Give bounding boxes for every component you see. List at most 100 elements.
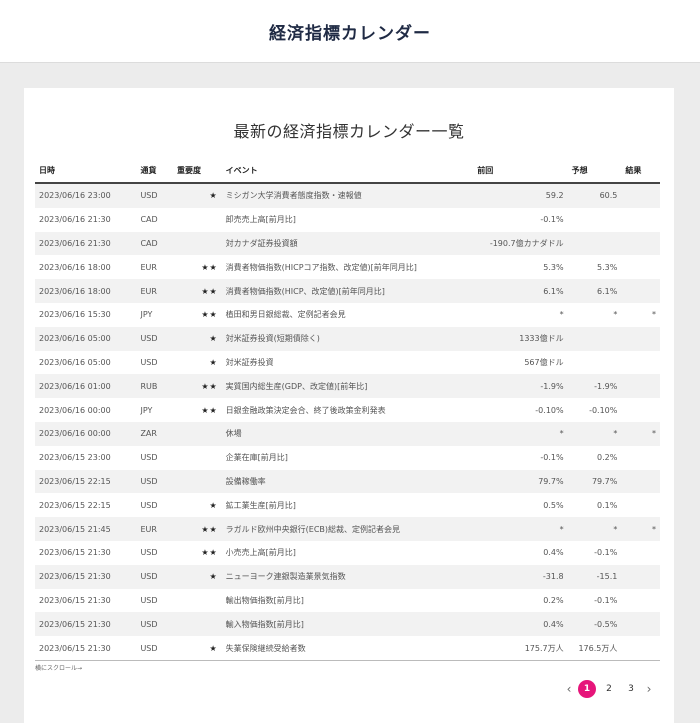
cell-currency: USD xyxy=(136,612,173,637)
col-header-datetime: 日時 xyxy=(35,158,137,184)
cell-importance: ★★ xyxy=(172,279,222,303)
table-row: 2023/06/16 23:00 USD ★ ミシガン大学消費者態度指数・速報値 59.… xyxy=(35,183,660,208)
cell-datetime: 2023/06/16 05:00 xyxy=(35,326,137,351)
cell-forecast: * xyxy=(567,302,622,327)
col-header-result: 結果 xyxy=(621,158,660,184)
cell-importance: ★ xyxy=(172,183,222,208)
cell-event: 失業保険継続受給者数 xyxy=(221,636,474,661)
cell-forecast: 60.5 xyxy=(567,183,622,208)
cell-currency: EUR xyxy=(136,279,173,303)
page-title: 最新の経済指標カレンダー一覧 xyxy=(233,122,465,141)
cell-previous: 175.7万人 xyxy=(473,636,568,661)
cell-previous: -1.9% xyxy=(473,374,568,399)
cell-forecast: 79.7% xyxy=(567,469,622,494)
page-1-button[interactable]: 1 xyxy=(578,680,596,698)
cell-datetime: 2023/06/16 15:30 xyxy=(35,302,137,327)
cell-importance xyxy=(172,445,222,470)
table-row: 2023/06/16 00:00 JPY ★★ 日銀金融政策決定会合、終了後政策金利発… xyxy=(35,398,660,422)
cell-currency: EUR xyxy=(136,517,173,541)
table-row: 2023/06/15 21:30 USD 輸出物価指数[前月比] 0.2% -0.1% xyxy=(35,588,660,613)
cell-result xyxy=(621,255,660,280)
cell-previous: * xyxy=(473,421,568,446)
cell-forecast: -0.10% xyxy=(567,398,622,422)
page-2-button[interactable]: 2 xyxy=(600,680,618,698)
cell-previous: -0.1% xyxy=(473,207,568,232)
cell-datetime: 2023/06/15 23:00 xyxy=(35,445,137,470)
cell-previous: 567億ドル xyxy=(473,350,568,375)
cell-datetime: 2023/06/15 21:30 xyxy=(35,564,137,589)
cell-previous: 79.7% xyxy=(473,469,568,494)
cell-forecast: -0.5% xyxy=(567,612,622,637)
cell-previous: 6.1% xyxy=(473,279,568,303)
cell-forecast xyxy=(567,326,622,351)
cell-datetime: 2023/06/16 21:30 xyxy=(35,207,137,232)
chevron-right-icon[interactable]: › xyxy=(642,680,656,698)
site-header: 経済指標カレンダー xyxy=(0,0,700,63)
cell-datetime: 2023/06/16 18:00 xyxy=(35,279,137,303)
cell-currency: USD xyxy=(136,469,173,494)
cell-currency: CAD xyxy=(136,231,173,256)
cell-result xyxy=(621,350,660,375)
cell-currency: USD xyxy=(136,445,173,470)
page-3-button[interactable]: 3 xyxy=(622,680,640,698)
cell-event: 消費者物価指数(HICP、改定値)[前年同月比] xyxy=(221,279,474,303)
cell-result xyxy=(621,231,660,256)
cell-result: * xyxy=(621,517,660,541)
cell-event: 日銀金融政策決定会合、終了後政策金利発表 xyxy=(221,398,474,422)
table-header-row: 日時 通貨 重要度 イベント 前回 予想 結果 xyxy=(35,158,660,184)
cell-event: 企業在庫[前月比] xyxy=(221,445,474,470)
calendar-table-container[interactable]: 日時 通貨 重要度 イベント 前回 予想 結果 2023/06/16 23:00… xyxy=(35,158,660,661)
cell-forecast: -0.1% xyxy=(567,588,622,613)
cell-previous: -31.8 xyxy=(473,564,568,589)
table-row: 2023/06/16 18:00 EUR ★★ 消費者物価指数(HICPコア指数、改定… xyxy=(35,255,660,280)
cell-importance: ★ xyxy=(172,636,222,661)
cell-forecast: -1.9% xyxy=(567,374,622,399)
cell-currency: USD xyxy=(136,183,173,208)
cell-event: 設備稼働率 xyxy=(221,469,474,494)
cell-datetime: 2023/06/16 05:00 xyxy=(35,350,137,375)
cell-currency: JPY xyxy=(136,302,173,327)
cell-currency: JPY xyxy=(136,398,173,422)
table-row: 2023/06/15 21:30 USD ★ 失業保険継続受給者数 175.7万人 176… xyxy=(35,636,660,661)
cell-forecast: 5.3% xyxy=(567,255,622,280)
cell-importance: ★★ xyxy=(172,255,222,280)
chevron-left-icon[interactable]: ‹ xyxy=(562,680,576,698)
cell-importance xyxy=(172,231,222,256)
cell-result xyxy=(621,564,660,589)
calendar-card: 最新の経済指標カレンダー一覧 日時 通貨 重要度 イベント 前回 予想 結果 2… xyxy=(24,88,674,723)
cell-previous: 0.4% xyxy=(473,540,568,565)
cell-previous: 1333億ドル xyxy=(473,326,568,351)
cell-result xyxy=(621,398,660,422)
cell-datetime: 2023/06/16 00:00 xyxy=(35,398,137,422)
cell-forecast: * xyxy=(567,421,622,446)
cell-event: 鉱工業生産[前月比] xyxy=(221,493,474,518)
cell-previous: -0.1% xyxy=(473,445,568,470)
cell-event: ミシガン大学消費者態度指数・速報値 xyxy=(221,183,474,208)
cell-result: * xyxy=(621,421,660,446)
cell-importance xyxy=(172,469,222,494)
cell-result xyxy=(621,445,660,470)
cell-datetime: 2023/06/15 21:30 xyxy=(35,540,137,565)
cell-previous: -0.10% xyxy=(473,398,568,422)
cell-event: 植田和男日銀総裁、定例記者会見 xyxy=(221,302,474,327)
cell-importance: ★★ xyxy=(172,374,222,399)
cell-event: 小売売上高[前月比] xyxy=(221,540,474,565)
cell-event: 輸出物価指数[前月比] xyxy=(221,588,474,613)
cell-currency: USD xyxy=(136,636,173,661)
cell-importance: ★ xyxy=(172,564,222,589)
cell-importance xyxy=(172,207,222,232)
cell-result xyxy=(621,636,660,661)
cell-importance: ★ xyxy=(172,326,222,351)
cell-event: 輸入物価指数[前月比] xyxy=(221,612,474,637)
cell-currency: USD xyxy=(136,350,173,375)
table-row: 2023/06/16 21:30 CAD 対カナダ証券投資額 -190.7億カナダドル xyxy=(35,231,660,256)
cell-currency: ZAR xyxy=(136,421,173,446)
table-row: 2023/06/15 23:00 USD 企業在庫[前月比] -0.1% 0.2% xyxy=(35,445,660,470)
cell-event: 卸売売上高[前月比] xyxy=(221,207,474,232)
table-row: 2023/06/15 21:45 EUR ★★ ラガルド欧州中央銀行(ECB)総裁、定… xyxy=(35,517,660,541)
col-header-event: イベント xyxy=(221,158,474,184)
cell-event: ニューヨーク連銀製造業景気指数 xyxy=(221,564,474,589)
table-body: 2023/06/16 23:00 USD ★ ミシガン大学消費者態度指数・速報値 59.… xyxy=(35,183,660,661)
cell-forecast: * xyxy=(567,517,622,541)
cell-datetime: 2023/06/16 00:00 xyxy=(35,421,137,446)
